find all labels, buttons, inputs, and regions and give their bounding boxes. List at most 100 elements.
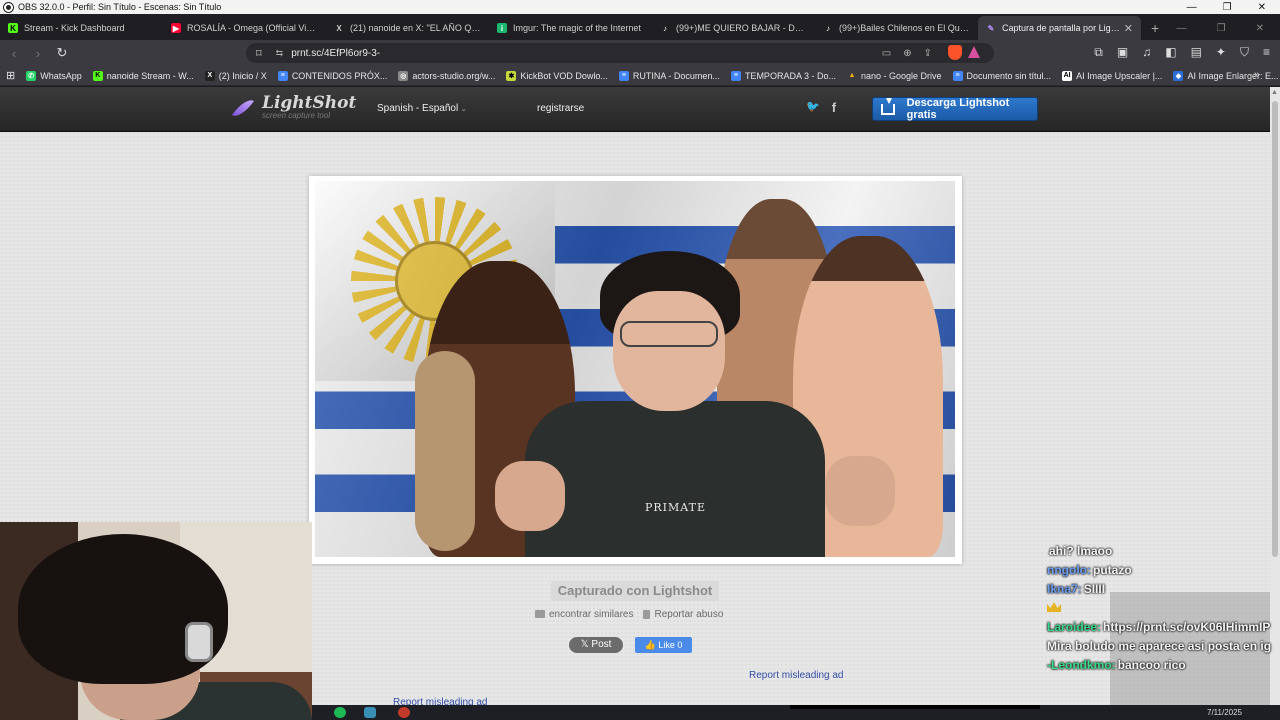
browser-tab-strip: K Stream - Kick Dashboard ▶ ROSALÍA - Om… [0, 14, 1280, 40]
person-center: PRIMATE [495, 251, 895, 557]
toolbar-icons: ⧉ ▣ ♫ ◧ ▤ ✦ ⛉ ≡ [1094, 45, 1270, 60]
chat-message: Ikna7: SIIII [1047, 580, 1272, 599]
report-abuse-link[interactable]: Reportar abuso [643, 609, 723, 620]
hand-right [825, 456, 895, 526]
bookmark-whatsapp[interactable]: ✆ WhatsApp [26, 70, 82, 81]
vpn-icon[interactable]: ⛉ [1240, 45, 1249, 60]
bookmark-label: WhatsApp [40, 70, 82, 81]
forward-arrow-icon[interactable]: › [28, 46, 48, 61]
browser-tab-active[interactable]: ✎ Captura de pantalla por Lightshot ✕ [978, 16, 1141, 40]
cast-icon[interactable]: ▭ [882, 48, 891, 59]
url-text[interactable]: prnt.sc/4EfPl6or9-3- [291, 48, 380, 59]
facebook-like-button[interactable]: 👍 Like 0 [635, 637, 692, 653]
twitter-icon[interactable]: 🐦 [806, 100, 820, 115]
headphones-icon [185, 622, 213, 662]
chat-text: ahi? lmaoo [1049, 544, 1113, 558]
language-selector[interactable]: Spanish - Español [377, 103, 467, 114]
glasses [620, 321, 718, 347]
chat-username: nngolo: [1047, 563, 1091, 577]
bookmark-x[interactable]: X (2) Inicio / X [204, 70, 267, 81]
navigation-bar: ‹ › ↻ ⌑ ⇆ prnt.sc/4EfPl6or9-3- ▭ ⊕ ⇪ ⧉ ▣… [0, 40, 1280, 66]
browser-tab[interactable]: K Stream - Kick Dashboard [0, 16, 163, 40]
x-post-button[interactable]: 𝕏 Post [569, 637, 623, 653]
bookmark-drive[interactable]: ▲ nano - Google Drive [847, 71, 942, 81]
minimize-browser-button[interactable]: — [1177, 23, 1187, 34]
bookmark-doc[interactable]: ≡ TEMPORADA 3 - Do... [730, 70, 836, 81]
bookmark-doc[interactable]: ≡ Documento sin títul... [952, 70, 1051, 81]
bookmark-label: nano - Google Drive [860, 70, 942, 81]
screenshot-icon[interactable]: ▣ [1117, 45, 1128, 60]
back-arrow-icon[interactable]: ‹ [4, 46, 24, 61]
window-controls: — ❐ ✕ [1187, 2, 1280, 13]
report-misleading-ad-link[interactable]: Report misleading ad [749, 670, 844, 681]
download-lightshot-button[interactable]: Descarga Lightshot gratis [872, 97, 1038, 121]
kick-icon: K [8, 23, 18, 33]
bookmarks-bar: ⊞ ✆ WhatsApp Knanoide Stream - W... X (2) … [0, 66, 1280, 86]
obs-icon[interactable] [398, 707, 410, 718]
tab-label: Imgur: The magic of the Internet [513, 23, 641, 33]
address-bar[interactable]: ⌑ ⇆ prnt.sc/4EfPl6or9-3- ▭ ⊕ ⇪ [246, 43, 994, 63]
bookmark-label: AI Image Enlarger: E... [1187, 70, 1279, 81]
scrollbar-thumb[interactable] [1272, 101, 1278, 557]
crown-icon [1047, 602, 1061, 612]
brave-rewards-icon[interactable] [968, 46, 980, 58]
scroll-up-icon[interactable]: ▲ [1271, 89, 1278, 96]
kickbot-icon: ✱ [506, 70, 517, 81]
facebook-icon[interactable]: f [832, 100, 836, 115]
leo-ai-icon[interactable]: ✦ [1216, 45, 1226, 60]
chat-message: Laroidee: https://prnt.sc/ovK06IHimmIP Mi… [1047, 618, 1272, 656]
docs-icon: ≡ [618, 70, 629, 81]
bookmark-doc[interactable]: ≡ RUTINA - Documen... [618, 70, 720, 81]
restore-browser-button[interactable]: ❐ [1217, 23, 1226, 34]
tab-label: (21) nanoide en X: "EL AÑO QUE VIE [350, 23, 481, 33]
bookmark-label: AI Image Upscaler |... [1076, 70, 1163, 81]
bookmarks-overflow-button[interactable]: » [1254, 69, 1260, 81]
close-tab-icon[interactable]: ✕ [1124, 22, 1133, 35]
webcam-overlay [0, 522, 312, 720]
bookmark-label: TEMPORADA 3 - Do... [744, 70, 836, 81]
extensions-icon[interactable]: ⧉ [1094, 45, 1103, 60]
screenshot-image[interactable]: PRIMATE [315, 181, 955, 557]
browser-tab[interactable]: i Imgur: The magic of the Internet [489, 16, 652, 40]
site-info-icon[interactable]: ⇆ [276, 48, 284, 59]
wallet-icon[interactable]: ▤ [1191, 45, 1202, 60]
new-tab-button[interactable]: + [1141, 20, 1169, 40]
register-link[interactable]: registrarse [537, 103, 584, 114]
brave-shield-icon[interactable] [948, 45, 962, 60]
zoom-icon[interactable]: ⊕ [903, 48, 911, 59]
logo-text: LightShot screen capture tool [262, 95, 356, 121]
bookmark-doc[interactable]: ≡ CONTENIDOS PRÓX... [277, 70, 387, 81]
lightshot-logo[interactable]: LightShot screen capture tool [230, 95, 356, 121]
obs-logo-icon [4, 2, 13, 12]
sidebar-icon[interactable]: ◧ [1165, 45, 1176, 60]
close-browser-button[interactable]: ✕ [1256, 23, 1264, 34]
bookmark-icon[interactable]: ⌑ [256, 47, 262, 60]
camera-icon [535, 610, 545, 619]
maximize-button[interactable]: ❐ [1223, 2, 1232, 13]
chat-message: nngolo: putazo [1047, 561, 1272, 580]
close-button[interactable]: ✕ [1258, 2, 1266, 13]
bookmark-kickbot[interactable]: ✱ KickBot VOD Dowlo... [506, 70, 608, 81]
reload-icon[interactable]: ↻ [52, 45, 72, 61]
browser-tab[interactable]: X (21) nanoide en X: "EL AÑO QUE VIE [326, 16, 489, 40]
bookmark-actors-studio[interactable]: ◎ actors-studio.org/w... [398, 70, 495, 81]
browser-tab[interactable]: ♪ (99+)ME QUIERO BAJAR - Desafíos [652, 16, 815, 40]
share-icon[interactable]: ⇪ [924, 48, 932, 59]
shirt-text: PRIMATE [645, 501, 707, 514]
menu-icon[interactable]: ≡ [1263, 45, 1270, 60]
bookmark-ai-upscaler[interactable]: AI AI Image Upscaler |... [1062, 70, 1163, 81]
find-similar-link[interactable]: encontrar similares [535, 609, 633, 620]
x-icon: X [336, 23, 342, 33]
browser-tab[interactable]: ▶ ROSALÍA - Omega (Official Video) ft. [163, 16, 326, 40]
bookmark-ai-enlarger[interactable]: ◆ AI Image Enlarger: E... [1173, 70, 1279, 81]
app-icon[interactable] [364, 707, 376, 718]
feather-icon [230, 95, 256, 121]
browser-tab[interactable]: ♪ (99+)Bailes Chilenos en El Quisco: Se [815, 16, 978, 40]
spotify-icon[interactable] [334, 707, 346, 718]
bookmark-kick[interactable]: Knanoide Stream - W... [92, 70, 194, 81]
docs-icon: ≡ [952, 70, 963, 81]
apps-grid-icon[interactable]: ⊞ [6, 69, 15, 82]
minimize-button[interactable]: — [1187, 2, 1197, 13]
stream-chat: ahi? lmaoo nngolo: putazo Ikna7: SIIII Lar… [1047, 542, 1272, 675]
media-icon[interactable]: ♫ [1142, 45, 1151, 60]
